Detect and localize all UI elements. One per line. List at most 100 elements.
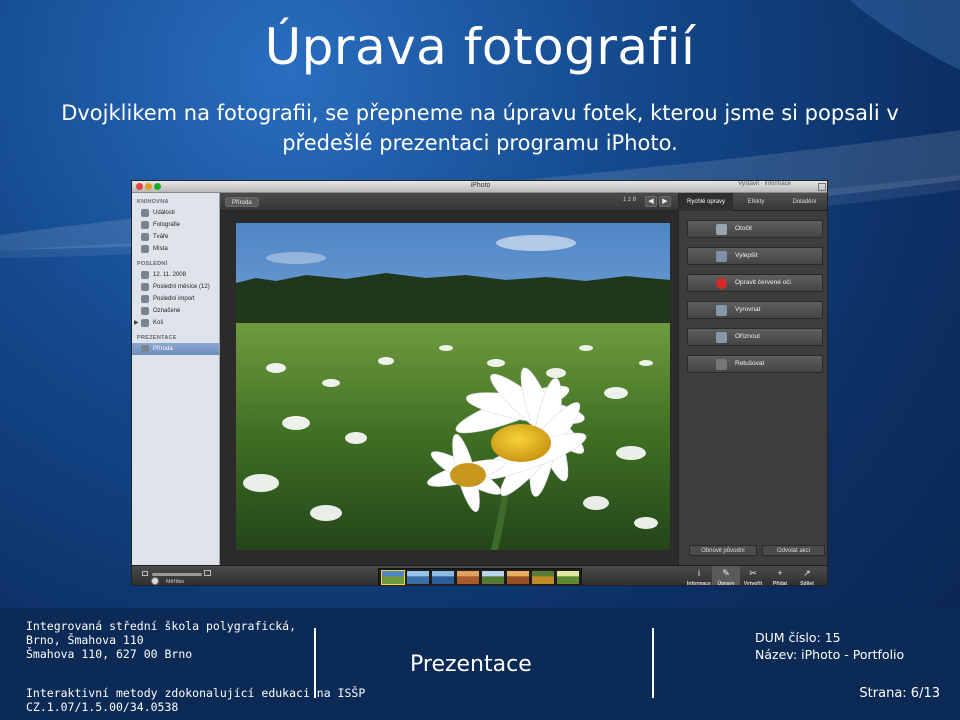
sidebar-item-label: 12. 11. 2008	[153, 272, 186, 278]
sidebar-item-label: Označené	[153, 308, 181, 314]
sidebar-header-recent: POSLEDNÍ	[137, 261, 168, 267]
filmstrip-thumbnail[interactable]	[381, 570, 405, 585]
zoom-slider-knob[interactable]	[150, 577, 159, 585]
edit-panel: Rychlé opravy Efekty Doladění Otočit Vyle…	[678, 193, 827, 565]
sidebar-item-recent-2[interactable]: Poslední import	[132, 293, 219, 305]
red-eye-button[interactable]: Opravit červené oči	[687, 274, 823, 292]
zoom-slider[interactable]	[150, 573, 202, 585]
window-title: iPhoto	[470, 182, 491, 189]
trash-icon	[141, 319, 149, 327]
sidebar-header-library: KNIHOVNA	[137, 199, 169, 205]
calendar-icon	[141, 283, 149, 291]
zoom-large-icon	[204, 570, 211, 576]
tab-adjust[interactable]: Doladění	[779, 193, 827, 211]
dum-name: Název: iPhoto - Portfolio	[755, 647, 905, 662]
slide-subtitle: Dvojklikem na fotografii, se přepneme na…	[61, 101, 899, 155]
tab-quick-fixes[interactable]: Rychlé opravy	[679, 193, 733, 211]
enhance-button[interactable]: Vylepšit	[687, 247, 823, 265]
rotate-icon	[716, 224, 727, 235]
sidebar-item-recent-3[interactable]: Označené	[132, 305, 219, 317]
enhance-icon	[716, 251, 727, 262]
retouch-icon	[716, 359, 727, 370]
flag-icon	[141, 307, 149, 315]
zoom-label: Měřítko	[166, 579, 185, 585]
fullscreen-icon[interactable]	[818, 183, 826, 191]
daisy-photo[interactable]	[236, 223, 670, 550]
school-line-3: Šmahova 110, 627 00 Brno	[26, 647, 193, 661]
sidebar-item-recent-0[interactable]: 12. 11. 2008	[132, 269, 219, 281]
disclosure-triangle-icon[interactable]: ▶	[134, 317, 139, 329]
sidebar-item-library-3[interactable]: Místa	[132, 243, 219, 255]
sidebar-item-label: Místa	[153, 246, 168, 252]
school-line-1: Integrovaná střední škola polygrafická,	[26, 619, 297, 633]
edit-button-label: Otočit	[735, 225, 752, 232]
rotate-button[interactable]: Otočit	[687, 220, 823, 238]
iphoto-window: iPhoto Vystavit · Informace KNIHOVNA Udá…	[131, 180, 828, 586]
share-tool-button[interactable]: ↗ Sdílet	[793, 566, 821, 586]
sidebar-item-label: Koš	[153, 320, 164, 326]
share-icon: ↗	[803, 568, 811, 578]
slideshow-icon	[141, 345, 149, 353]
info-icon: i	[698, 568, 700, 578]
edit-button-label: Oříznout	[735, 333, 760, 340]
sidebar-item-label: Příroda	[153, 346, 173, 352]
sidebar-header-projects: PREZENTACE	[137, 335, 177, 341]
filmstrip-thumbnail[interactable]	[532, 571, 554, 584]
filmstrip	[378, 568, 582, 585]
crop-button[interactable]: Oříznout	[687, 328, 823, 346]
filmstrip-thumbnail[interactable]	[507, 571, 529, 584]
import-icon	[141, 295, 149, 303]
sidebar-item-recent-4[interactable]: ▶ Koš	[132, 317, 219, 329]
window-top-right: Vystavit · Informace	[738, 181, 791, 187]
sidebar-item-library-1[interactable]: Fotografie	[132, 219, 219, 231]
filmstrip-thumbnail[interactable]	[407, 571, 429, 584]
sidebar-item-recent-1[interactable]: Poslední měsíce (12)	[132, 281, 219, 293]
slide-title: Úprava fotografií	[264, 18, 696, 76]
edit-button-label: Vyrovnat	[735, 306, 761, 313]
red-eye-icon	[716, 278, 727, 289]
undo-button[interactable]: Odvolat akci	[762, 545, 825, 556]
sidebar-item-library-0[interactable]: Události	[132, 207, 219, 219]
window-titlebar: iPhoto Vystavit · Informace	[132, 181, 827, 193]
retouch-button[interactable]: Retušovat	[687, 355, 823, 373]
create-icon: ✂	[749, 568, 757, 578]
crop-icon	[716, 332, 727, 343]
filmstrip-thumbnail[interactable]	[457, 571, 479, 584]
sidebar-item-label: Tváře	[153, 234, 169, 240]
filmstrip-thumbnail[interactable]	[482, 571, 504, 584]
faces-icon	[141, 233, 149, 241]
straighten-icon	[716, 305, 727, 316]
next-photo-button[interactable]: ▶	[659, 196, 671, 207]
filmstrip-thumbnail[interactable]	[432, 571, 454, 584]
sidebar: KNIHOVNA Události Fotografie Tváře Místa PO…	[132, 193, 220, 565]
event-icon	[141, 271, 149, 279]
filmstrip-thumbnail[interactable]	[557, 571, 579, 584]
sidebar-item-label: Fotografie	[153, 222, 181, 228]
project-line-2: CZ.1.07/1.5.00/34.0538	[26, 700, 179, 714]
footer-divider-right	[652, 628, 654, 698]
sidebar-item-projects-0[interactable]: Příroda	[132, 343, 219, 355]
sidebar-item-library-2[interactable]: Tváře	[132, 231, 219, 243]
events-icon	[141, 209, 149, 217]
school-info: Integrovaná střední škola polygrafická, …	[26, 619, 296, 661]
tab-effects[interactable]: Efekty	[733, 193, 779, 211]
footer-divider-left	[314, 628, 316, 698]
straighten-button[interactable]: Vyrovnat	[687, 301, 823, 319]
photos-icon	[141, 221, 149, 229]
edit-tabs: Rychlé opravy Efekty Doladění	[679, 193, 827, 211]
add-icon: +	[777, 568, 783, 578]
album-name-button[interactable]: Příroda	[225, 197, 259, 207]
dum-info: DUM číslo: 15 Název: iPhoto - Portfolio	[755, 629, 904, 663]
tool-label: Sdílet	[800, 581, 814, 586]
edit-button-label: Retušovat	[735, 360, 765, 367]
school-line-2: Brno, Šmahova 110	[26, 633, 144, 647]
previous-photo-button[interactable]: ◀	[645, 196, 657, 207]
photo-counter: 1 z 8	[623, 197, 637, 203]
zoom-small-icon	[142, 571, 148, 576]
edit-button-label: Vylepšit	[735, 252, 758, 259]
sidebar-item-label: Události	[153, 210, 175, 216]
edit-icon: ✎	[722, 568, 730, 578]
revert-original-button[interactable]: Obnovit původní	[689, 545, 757, 556]
edit-button-label: Opravit červené oči	[735, 279, 791, 286]
slide-footer: Integrovaná střední škola polygrafická, …	[0, 608, 960, 720]
